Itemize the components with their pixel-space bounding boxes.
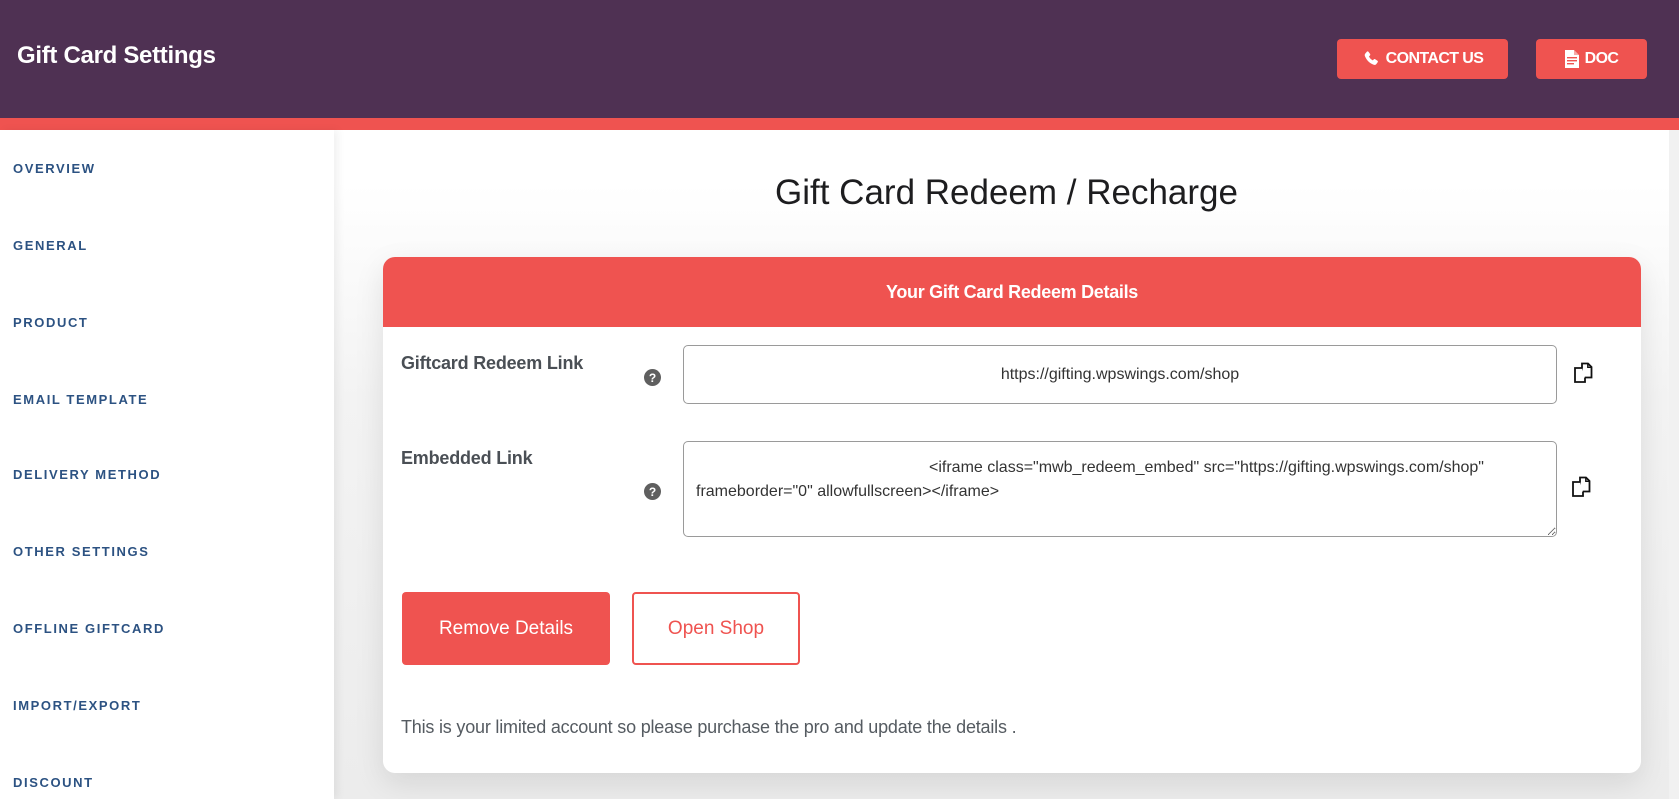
contact-us-button[interactable]: CONTACT US [1337, 39, 1508, 79]
app-title: Gift Card Settings [17, 42, 216, 69]
copy-icon[interactable] [1573, 362, 1593, 384]
remove-details-button[interactable]: Remove Details [402, 592, 610, 665]
sidebar-item-product[interactable]: PRODUCT [13, 315, 88, 331]
page-title: Gift Card Redeem / Recharge [775, 173, 1238, 212]
doc-button[interactable]: DOC [1536, 39, 1647, 79]
open-shop-button[interactable]: Open Shop [632, 592, 800, 665]
document-icon [1564, 50, 1579, 68]
phone-icon [1362, 50, 1380, 68]
embedded-link-label: Embedded Link [401, 448, 533, 468]
redeem-link-label: Giftcard Redeem Link [401, 353, 584, 373]
limited-account-notice: This is your limited account so please p… [401, 717, 1017, 737]
card-header: Your Gift Card Redeem Details [383, 257, 1641, 327]
sidebar-item-other-settings[interactable]: OTHER SETTINGS [13, 544, 150, 560]
copy-icon[interactable] [1571, 476, 1591, 498]
sidebar-item-offline-giftcard[interactable]: OFFLINE GIFTCARD [13, 621, 165, 637]
redeem-details-card: Your Gift Card Redeem Details Giftcard R… [383, 257, 1641, 773]
sidebar-item-general[interactable]: GENERAL [13, 238, 88, 254]
top-header: Gift Card Settings CONTACT US DOC [0, 0, 1679, 118]
doc-label: DOC [1584, 50, 1619, 67]
question-circle-icon[interactable]: ? [644, 483, 661, 500]
redeem-link-input[interactable] [683, 345, 1557, 404]
sidebar-item-overview[interactable]: OVERVIEW [13, 161, 96, 177]
embedded-link-textarea[interactable]: <iframe class="mwb_redeem_embed" src="ht… [683, 441, 1557, 537]
accent-stripe [0, 118, 1679, 130]
sidebar-nav: OVERVIEW GENERAL PRODUCT EMAIL TEMPLATE … [0, 130, 334, 799]
sidebar-item-email-template[interactable]: EMAIL TEMPLATE [13, 392, 148, 408]
question-circle-icon[interactable]: ? [644, 369, 661, 386]
contact-us-label: CONTACT US [1385, 50, 1484, 67]
sidebar-item-import-export[interactable]: IMPORT/EXPORT [13, 698, 141, 714]
page-scrollbar[interactable] [1669, 130, 1679, 799]
sidebar-item-delivery-method[interactable]: DELIVERY METHOD [13, 467, 161, 483]
sidebar-item-discount[interactable]: DISCOUNT [13, 775, 94, 791]
